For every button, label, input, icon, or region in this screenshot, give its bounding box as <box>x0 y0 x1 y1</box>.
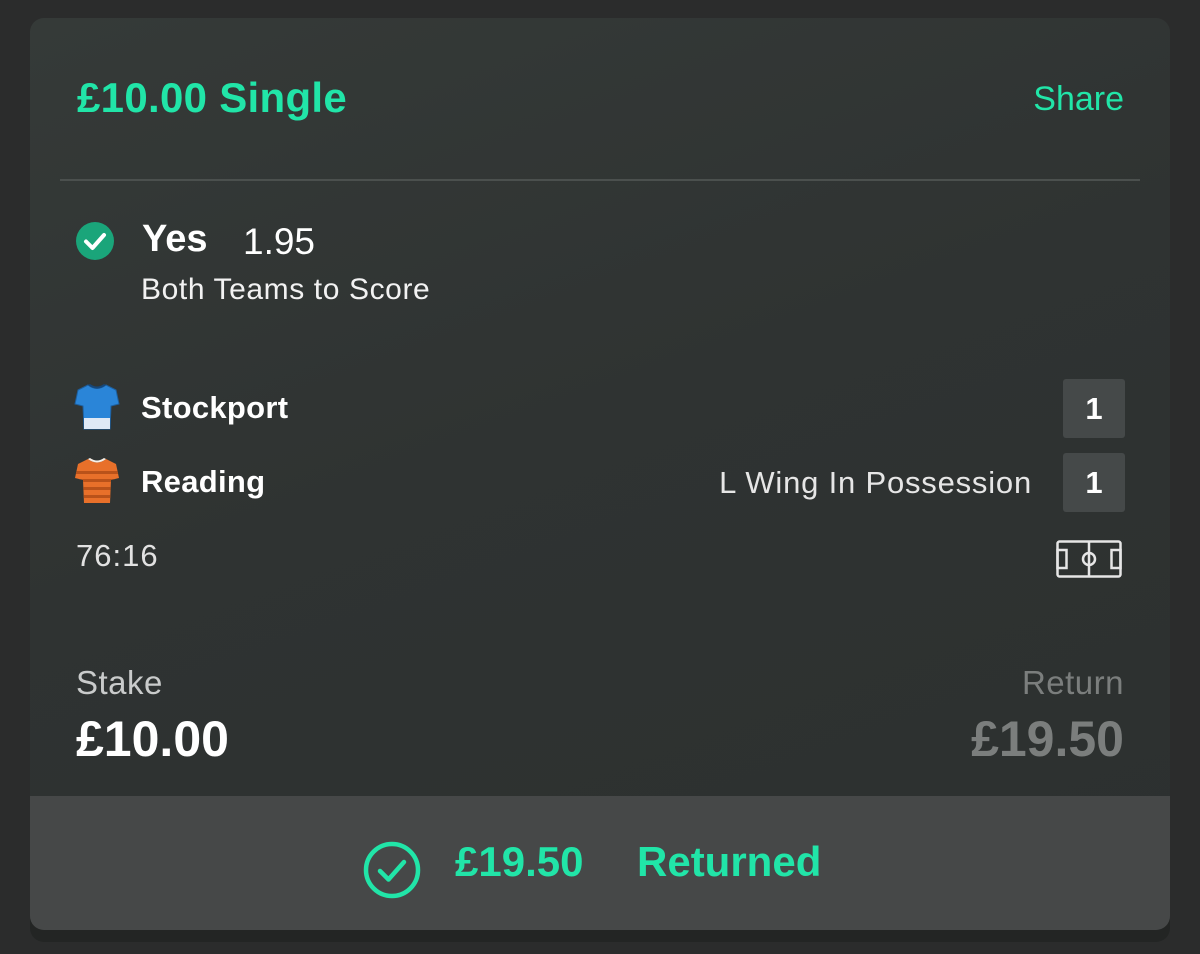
share-button[interactable]: Share <box>1033 80 1124 119</box>
check-circle-outline-icon <box>363 841 421 899</box>
pitch-icon[interactable] <box>1056 540 1122 578</box>
returned-banner: £19.50 Returned <box>30 796 1170 930</box>
selection-name: Yes <box>142 218 208 260</box>
bet-card[interactable]: £10.00 Single Share Yes 1.95 Both Teams … <box>30 18 1170 930</box>
selection-odds: 1.95 <box>243 221 316 262</box>
blue-shirt-icon <box>74 384 120 430</box>
team-row-home: Stockport 1 <box>30 376 1170 438</box>
stake-value: £10.00 <box>76 711 229 767</box>
market-name: Both Teams to Score <box>141 273 431 306</box>
team-row-away: Reading L Wing In Possession 1 <box>30 450 1170 512</box>
returned-amount: £19.50 <box>455 838 584 885</box>
stake-label: Stake <box>76 664 163 701</box>
returned-label: Returned <box>637 838 822 885</box>
return-value: £19.50 <box>971 711 1124 767</box>
match-status: L Wing In Possession <box>719 465 1032 500</box>
team-name-home: Stockport <box>141 390 289 425</box>
score-home: 1 <box>1063 379 1125 438</box>
bet-header: £10.00 Single Share <box>30 18 1170 180</box>
team-name-away: Reading <box>141 464 266 499</box>
match-clock: 76:16 <box>76 538 159 573</box>
check-circle-icon <box>76 222 114 260</box>
return-label: Return <box>1021 664 1124 701</box>
score-away: 1 <box>1063 453 1125 512</box>
header-divider <box>60 179 1140 181</box>
orange-striped-shirt-icon <box>75 458 119 503</box>
bet-title: £10.00 Single <box>77 74 348 121</box>
